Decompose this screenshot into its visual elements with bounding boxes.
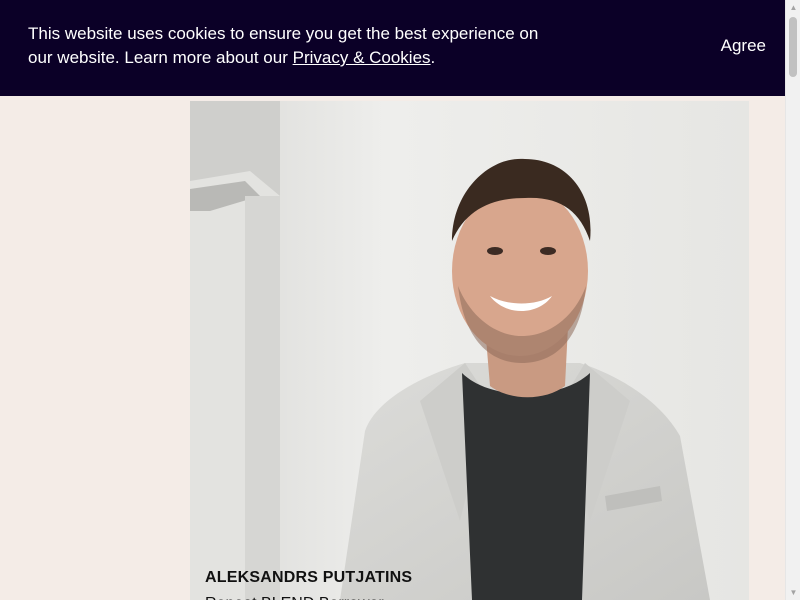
cookie-message: This website uses cookies to ensure you … bbox=[28, 22, 548, 70]
profile-photo bbox=[190, 101, 749, 600]
profile-role: Repeat BLEND Borrower bbox=[205, 593, 412, 600]
privacy-cookies-link[interactable]: Privacy & Cookies bbox=[293, 48, 431, 67]
cookie-banner: This website uses cookies to ensure you … bbox=[0, 0, 785, 96]
profile-card: ALEKSANDRS PUTJATINS Repeat BLEND Borrow… bbox=[190, 101, 749, 600]
cookie-message-end: . bbox=[430, 48, 436, 67]
agree-button[interactable]: Agree bbox=[721, 34, 766, 58]
scrollbar-thumb[interactable] bbox=[789, 17, 797, 77]
profile-caption: ALEKSANDRS PUTJATINS Repeat BLEND Borrow… bbox=[205, 567, 412, 600]
vertical-scrollbar[interactable]: ▲ ▼ bbox=[785, 0, 800, 600]
profile-name: ALEKSANDRS PUTJATINS bbox=[205, 569, 413, 586]
page: ALEKSANDRS PUTJATINS Repeat BLEND Borrow… bbox=[0, 0, 785, 600]
chevron-up-icon[interactable]: ▲ bbox=[786, 0, 800, 15]
cookie-message-text: This website uses cookies to ensure you … bbox=[28, 24, 539, 67]
chevron-down-icon[interactable]: ▼ bbox=[786, 585, 800, 600]
